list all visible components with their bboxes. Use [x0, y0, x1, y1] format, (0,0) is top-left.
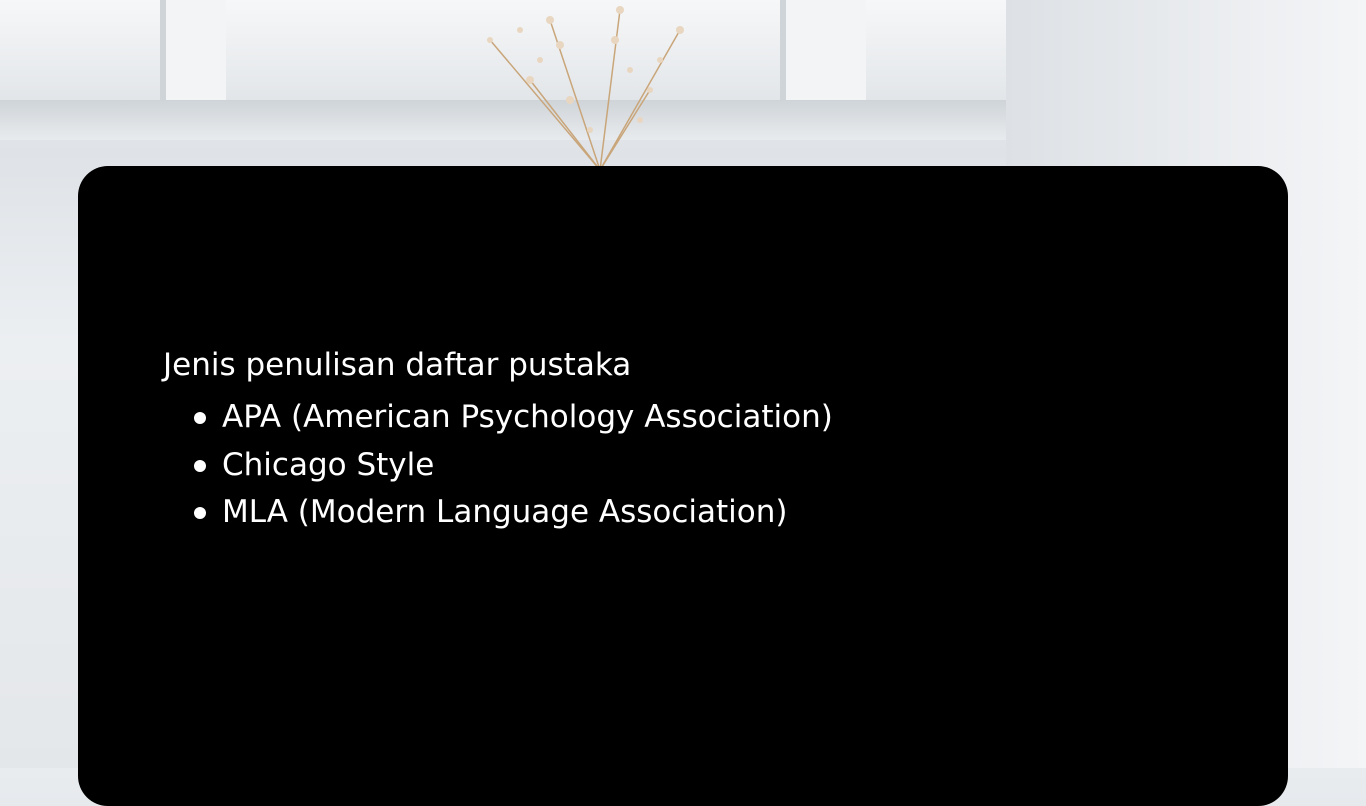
slide-heading: Jenis penulisan daftar pustaka: [163, 347, 632, 383]
list-item: MLA (Modern Language Association): [194, 489, 833, 537]
bullet-list: APA (American Psychology Association) Ch…: [194, 394, 833, 537]
bullet-icon: [194, 507, 206, 519]
bullet-icon: [194, 412, 206, 424]
bullet-icon: [194, 459, 206, 472]
dried-flower-image: [487, 6, 684, 170]
list-item-text: MLA (Modern Language Association): [222, 494, 788, 530]
list-item-text: APA (American Psychology Association): [222, 399, 833, 435]
list-item-text: Chicago Style: [222, 446, 435, 483]
list-item: Chicago Style: [194, 442, 833, 490]
list-item: APA (American Psychology Association): [194, 394, 833, 442]
